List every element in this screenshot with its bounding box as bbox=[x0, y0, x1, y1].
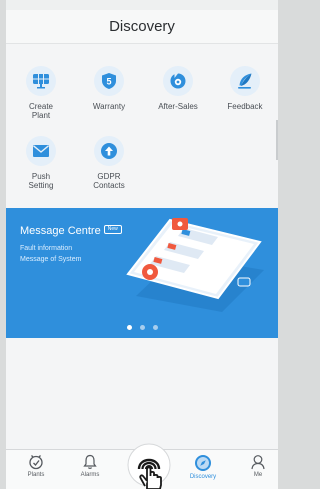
page-title: Discovery bbox=[109, 18, 175, 35]
tool-label: GDPR Contacts bbox=[93, 172, 125, 190]
page-header: Discovery bbox=[6, 10, 278, 44]
envelope-icon bbox=[26, 136, 56, 166]
after-sales-icon bbox=[163, 66, 193, 96]
tool-warranty[interactable]: 5 Warranty bbox=[78, 66, 140, 111]
tab-plants[interactable]: Plants bbox=[16, 454, 56, 478]
banner-line-system: Message of System bbox=[20, 256, 82, 263]
tools-grid: Create Plant 5 Warranty After-Sales Feed… bbox=[6, 44, 278, 204]
tab-label: Alarms bbox=[80, 472, 100, 478]
tab-alarms[interactable]: Alarms bbox=[70, 454, 110, 478]
carousel-dot[interactable] bbox=[139, 325, 145, 330]
banner-title: Message Centre New bbox=[20, 225, 122, 237]
carousel-dot[interactable] bbox=[152, 325, 158, 330]
tap-hand-icon bbox=[127, 443, 171, 489]
banner-line-fault: Fault information bbox=[20, 245, 73, 252]
tool-create-plant[interactable]: Create Plant bbox=[10, 66, 72, 120]
tool-feedback[interactable]: Feedback bbox=[214, 66, 276, 111]
upload-arrow-icon bbox=[94, 136, 124, 166]
tool-push-setting[interactable]: Push Setting bbox=[10, 136, 72, 190]
plants-icon bbox=[29, 455, 43, 470]
tab-discovery[interactable]: Discovery bbox=[183, 454, 223, 480]
warranty-shield-icon: 5 bbox=[94, 66, 124, 96]
person-icon bbox=[251, 455, 265, 470]
tool-label: After-Sales bbox=[158, 102, 198, 111]
phone-illustration bbox=[126, 218, 264, 312]
plant-monitor-icon bbox=[26, 66, 56, 96]
feedback-leaf-icon bbox=[230, 66, 260, 96]
status-bar bbox=[6, 0, 278, 10]
tool-label: Warranty bbox=[92, 102, 126, 111]
tool-label: Feedback bbox=[227, 102, 263, 111]
svg-text:5: 5 bbox=[106, 77, 111, 87]
tab-label: Discovery bbox=[189, 474, 217, 480]
discovery-screen: Discovery Create Plant 5 Warranty After-… bbox=[6, 0, 278, 489]
tab-me[interactable]: Me bbox=[238, 454, 278, 478]
bell-icon bbox=[83, 454, 97, 469]
carousel-dot[interactable] bbox=[126, 325, 132, 330]
tab-label: Me bbox=[253, 472, 263, 478]
carousel-dots bbox=[6, 325, 278, 330]
compass-icon bbox=[195, 455, 211, 471]
message-centre-banner[interactable]: Message Centre New Fault information Mess… bbox=[6, 208, 278, 338]
scrollbar[interactable] bbox=[276, 120, 278, 160]
tool-label: Push Setting bbox=[28, 172, 54, 190]
tool-label: Create Plant bbox=[28, 102, 53, 120]
tool-after-sales[interactable]: After-Sales bbox=[147, 66, 209, 111]
tool-gdpr-contacts[interactable]: GDPR Contacts bbox=[78, 136, 140, 190]
tab-label: Plants bbox=[27, 472, 45, 478]
